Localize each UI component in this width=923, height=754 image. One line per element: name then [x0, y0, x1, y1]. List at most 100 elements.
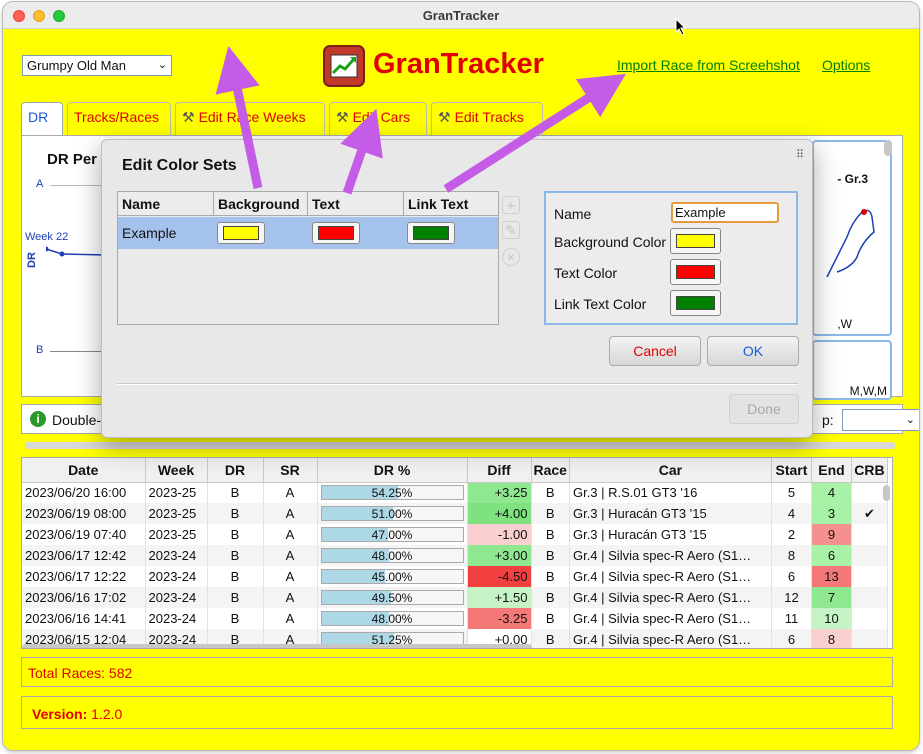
column-header[interactable]: DR [207, 458, 264, 483]
divider [117, 383, 798, 385]
color-set-row[interactable]: Example [118, 217, 498, 249]
car-cell: Gr.4 | Silvia spec-R Aero (S1… [569, 629, 772, 648]
tab-edit-race-weeks[interactable]: ⚒ Edit Race Weeks [175, 102, 325, 136]
column-header[interactable]: Link Text [404, 192, 500, 216]
color-sets-header: Name Background Text Link Text [118, 192, 498, 216]
race-cell: B [531, 629, 570, 648]
close-window-button[interactable] [13, 10, 25, 22]
sr-cell: A [263, 482, 318, 503]
column-header[interactable]: Week [145, 458, 208, 483]
background-color-picker[interactable] [670, 228, 721, 254]
color-chip [676, 234, 715, 248]
race-cell: B [531, 524, 570, 545]
column-header[interactable]: DR % [317, 458, 468, 483]
column-header[interactable]: Text [308, 192, 404, 216]
chevron-down-icon: ⌄ [905, 414, 915, 426]
link-text-color-label: Link Text Color [554, 296, 647, 312]
scrollbar-thumb[interactable] [883, 485, 890, 501]
dr-progress-bar: 49.50% [320, 590, 464, 605]
tab-label: Tracks/Races [74, 109, 160, 125]
sr-cell: A [263, 545, 318, 566]
tab-edit-cars[interactable]: ⚒ Edit Cars [329, 102, 427, 136]
background-color-swatch[interactable] [217, 222, 265, 244]
tab-edit-tracks[interactable]: ⚒ Edit Tracks [431, 102, 543, 136]
start-cell: 5 [771, 482, 812, 503]
diff-cell: +1.50 [467, 587, 532, 608]
start-cell: 6 [771, 566, 812, 587]
done-button[interactable]: Done [729, 394, 799, 424]
crb-cell [851, 545, 888, 566]
color-chip [223, 226, 259, 240]
remove-icon[interactable]: × [502, 248, 520, 266]
column-header[interactable]: Date [22, 458, 146, 483]
crb-cell [851, 566, 888, 587]
link-text-color-picker[interactable] [670, 290, 721, 316]
edit-icon[interactable]: ✎ [502, 221, 520, 239]
race-cell: B [531, 587, 570, 608]
column-header[interactable]: End [811, 458, 852, 483]
car-cell: Gr.3 | Huracán GT3 '15 [569, 503, 772, 524]
drag-handle-icon[interactable]: ⠿ [796, 148, 804, 161]
track-card[interactable]: - Gr.3 ,W [812, 140, 892, 336]
horizontal-scrollbar[interactable] [25, 442, 895, 449]
axis-label-b: B [36, 344, 44, 356]
scrollbar-thumb[interactable] [884, 140, 892, 156]
chart-title: DR Per [47, 151, 98, 168]
app-logo-icon [323, 45, 365, 87]
add-icon[interactable]: + [502, 196, 520, 214]
tab-dr[interactable]: DR [21, 102, 63, 136]
name-field[interactable]: Example [671, 202, 779, 223]
track-card[interactable]: M,W,M [812, 340, 892, 400]
profile-dropdown[interactable]: Grumpy Old Man ⌄ [22, 55, 172, 76]
filter-dropdown[interactable]: ⌄ [842, 409, 919, 431]
text-color-picker[interactable] [670, 259, 721, 285]
tools-icon: ⚒ [438, 109, 451, 125]
track-days: ,W [837, 317, 852, 331]
column-header[interactable]: Start [771, 458, 812, 483]
tab-label: Edit Race Weeks [198, 109, 306, 125]
options-link[interactable]: Options [822, 57, 870, 73]
version-bar: Version: 1.2.0 [21, 696, 893, 729]
link-color-swatch[interactable] [407, 222, 455, 244]
version-label: Version: [32, 706, 88, 722]
total-races-text: Total Races: 582 [28, 665, 133, 681]
window-title: GranTracker [422, 8, 500, 23]
column-header[interactable]: Race [531, 458, 570, 483]
car-cell: Gr.4 | Silvia spec-R Aero (S1… [569, 566, 772, 587]
week-cell: 2023-25 [145, 503, 208, 524]
column-header[interactable]: Background [214, 192, 308, 216]
track-map-icon [826, 209, 875, 278]
table-row[interactable]: 2023/06/17 12:42 2023-24 B A 48.00% +3.00 B Gr.… [22, 545, 888, 566]
mouse-cursor-icon [675, 18, 687, 36]
dr-percent-cell: 48.00% [317, 608, 468, 629]
column-header[interactable]: Name [118, 192, 214, 216]
table-row[interactable]: 2023/06/16 14:41 2023-24 B A 48.00% -3.25 B Gr.… [22, 608, 888, 629]
table-row[interactable]: 2023/06/19 07:40 2023-25 B A 47.00% -1.00 B Gr.… [22, 524, 888, 545]
crb-cell [851, 608, 888, 629]
axis-label-dr: DR [25, 252, 38, 268]
car-cell: Gr.3 | Huracán GT3 '15 [569, 524, 772, 545]
week-cell: 2023-24 [145, 545, 208, 566]
text-color-swatch[interactable] [312, 222, 360, 244]
color-chip [676, 296, 715, 310]
date-cell: 2023/06/16 14:41 [22, 608, 146, 629]
tab-tracks-races[interactable]: Tracks/Races [67, 102, 171, 136]
cancel-button[interactable]: Cancel [609, 336, 701, 366]
table-row[interactable]: 2023/06/19 08:00 2023-25 B A 51.00% +4.00 B Gr.… [22, 503, 888, 524]
version-value: 1.2.0 [91, 706, 123, 722]
table-row[interactable]: 2023/06/20 16:00 2023-25 B A 54.25% +3.25 B Gr.… [22, 482, 888, 503]
import-race-link[interactable]: Import Race from Screehshot [617, 57, 800, 73]
table-row[interactable]: 2023/06/17 12:22 2023-24 B A 45.00% -4.50 B Gr.… [22, 566, 888, 587]
race-cell: B [531, 503, 570, 524]
minimize-window-button[interactable] [33, 10, 45, 22]
ok-button[interactable]: OK [707, 336, 799, 366]
maximize-window-button[interactable] [53, 10, 65, 22]
column-header[interactable]: Diff [467, 458, 532, 483]
app-logo-text: GranTracker [373, 48, 544, 80]
column-header[interactable]: Car [569, 458, 772, 483]
column-header[interactable]: SR [263, 458, 318, 483]
table-row[interactable]: 2023/06/16 17:02 2023-24 B A 49.50% +1.50 B Gr.… [22, 587, 888, 608]
version-text: Version: 1.2.0 [32, 706, 122, 722]
track-grade: - Gr.3 [837, 172, 868, 186]
column-header[interactable]: CRB [851, 458, 888, 483]
